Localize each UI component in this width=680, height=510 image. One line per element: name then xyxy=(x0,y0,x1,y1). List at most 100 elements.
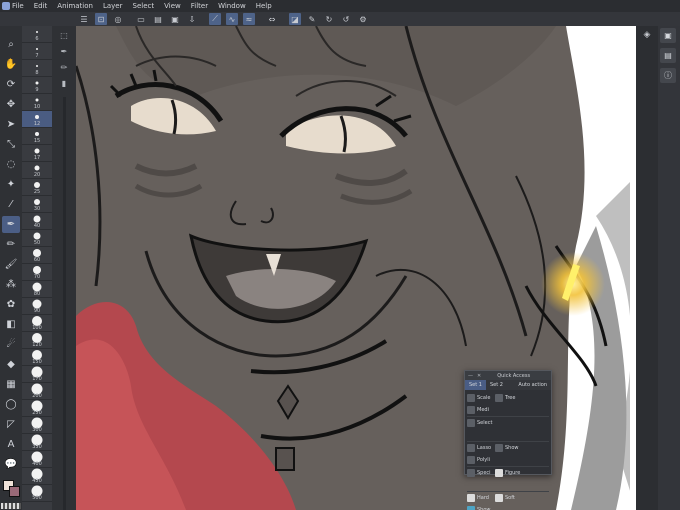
brush-size-item[interactable]: 17 xyxy=(22,145,52,162)
menu-layer[interactable]: Layer xyxy=(103,0,123,12)
tab-set-1[interactable]: Set 1 xyxy=(465,380,486,390)
quick-access-item[interactable]: Scale xyxy=(467,392,495,404)
brush-size-item[interactable]: 90 xyxy=(22,298,52,315)
decoration-icon[interactable]: ✿ xyxy=(2,296,20,313)
menu-file[interactable]: File xyxy=(12,0,24,12)
brush-size-item[interactable]: 150 xyxy=(22,349,52,366)
menu-window[interactable]: Window xyxy=(218,0,246,12)
lasso-tool-icon[interactable]: ◌ xyxy=(2,156,20,173)
brush-size-item[interactable]: 80 xyxy=(22,281,52,298)
brush-size-item[interactable]: 400 xyxy=(22,451,52,468)
hand-icon[interactable]: ✋ xyxy=(2,56,20,73)
eyedropper-icon[interactable]: ✎ xyxy=(306,13,318,25)
undo-icon[interactable]: ↺ xyxy=(340,13,352,25)
quick-access-item[interactable]: Figure xyxy=(495,467,523,479)
navigator-icon[interactable]: ▣ xyxy=(660,28,676,43)
zoom-icon[interactable]: ⌕ xyxy=(2,36,20,53)
brush-size-item[interactable]: 120 xyxy=(22,332,52,349)
fill-icon[interactable]: ◆ xyxy=(2,356,20,373)
brush-size-item[interactable]: 70 xyxy=(22,264,52,281)
brush-size-item[interactable]: 30 xyxy=(22,196,52,213)
pencil-group-icon[interactable]: ✏ xyxy=(57,62,71,74)
airbrush-icon[interactable]: ⁂ xyxy=(2,276,20,293)
quick-access-panel[interactable]: — ✕ Quick Access Set 1 Set 2 Auto action… xyxy=(464,370,552,510)
frame-icon[interactable]: ◸ xyxy=(2,416,20,433)
brush-icon[interactable]: 🖌 xyxy=(2,256,20,273)
menu-icon[interactable]: ☰ xyxy=(78,13,90,25)
snap-icon[interactable]: ◪ xyxy=(289,13,301,25)
quick-access-item[interactable]: Show xyxy=(495,442,523,454)
quick-access-item[interactable]: Tree xyxy=(495,392,523,404)
menu-view[interactable]: View xyxy=(164,0,181,12)
pen-icon[interactable]: ✒ xyxy=(2,216,20,233)
quick-access-item[interactable]: Medi xyxy=(467,404,495,416)
text-icon[interactable]: A xyxy=(2,436,20,453)
brush-size-item[interactable]: 500 xyxy=(22,485,52,502)
sub-color-swatch[interactable] xyxy=(9,486,20,497)
magic-wand-icon[interactable]: ✦ xyxy=(2,176,20,193)
stabilize-icon[interactable]: ≈ xyxy=(243,13,255,25)
menu-select[interactable]: Select xyxy=(133,0,155,12)
menu-filter[interactable]: Filter xyxy=(191,0,208,12)
brush-size-item[interactable]: 50 xyxy=(22,230,52,247)
brush-size-item[interactable]: 100 xyxy=(22,315,52,332)
quick-access-item[interactable]: Soft xyxy=(495,492,523,504)
brush-size-item[interactable]: 25 xyxy=(22,179,52,196)
move-icon[interactable]: ✥ xyxy=(2,96,20,113)
quick-access-item[interactable]: Lasso xyxy=(467,442,495,454)
brush-size-item[interactable]: 350 xyxy=(22,434,52,451)
export-icon[interactable]: ⇩ xyxy=(186,13,198,25)
brush-size-item[interactable]: 12 xyxy=(22,111,52,128)
info-icon[interactable]: ⓘ xyxy=(660,68,676,83)
brush-size-item[interactable]: 10 xyxy=(22,94,52,111)
menu-animation[interactable]: Animation xyxy=(57,0,93,12)
tab-set-2[interactable]: Set 2 xyxy=(486,380,507,390)
brush-size-item[interactable]: 8 xyxy=(22,60,52,77)
layers-icon[interactable]: ◈ xyxy=(640,28,654,42)
transparent-color-strip[interactable] xyxy=(1,503,21,509)
brush-size-item[interactable]: 6 xyxy=(22,26,52,43)
blend-icon[interactable]: ☄ xyxy=(2,336,20,353)
rotate-icon[interactable]: ⟳ xyxy=(2,76,20,93)
color-swatches[interactable] xyxy=(1,478,21,498)
collapse-icon[interactable]: — xyxy=(468,373,473,379)
drawing-canvas[interactable] xyxy=(76,26,636,510)
transform-icon[interactable]: ⤡ xyxy=(2,136,20,153)
select-layer-icon[interactable]: ⊡ xyxy=(95,13,107,25)
brush-size-item[interactable]: 7 xyxy=(22,43,52,60)
marker-group-icon[interactable]: ▮ xyxy=(57,77,71,89)
eraser-icon[interactable]: ◧ xyxy=(2,316,20,333)
brush-size-item[interactable]: 15 xyxy=(22,128,52,145)
brush-size-item[interactable]: 300 xyxy=(22,417,52,434)
menu-edit[interactable]: Edit xyxy=(34,0,48,12)
quick-access-item[interactable]: Select xyxy=(467,417,495,429)
pencil-icon[interactable]: ✏ xyxy=(2,236,20,253)
quick-access-item[interactable]: Show xyxy=(467,504,495,510)
quick-access-item[interactable]: Speci xyxy=(467,467,495,479)
pen-group-icon[interactable]: ✒ xyxy=(57,46,71,58)
brush-size-item[interactable]: 250 xyxy=(22,400,52,417)
balloon-icon[interactable]: 💬 xyxy=(2,456,20,473)
flip-icon[interactable]: ⇔ xyxy=(266,13,278,25)
figure-tool-icon[interactable]: ◯ xyxy=(2,396,20,413)
new-icon[interactable]: ▭ xyxy=(135,13,147,25)
transparency-icon[interactable]: ◎ xyxy=(112,13,124,25)
settings-icon[interactable]: ⚙ xyxy=(357,13,369,25)
brush-size-item[interactable]: 450 xyxy=(22,468,52,485)
gradient-icon[interactable]: ▦ xyxy=(2,376,20,393)
brush-size-item[interactable]: 20 xyxy=(22,162,52,179)
save-icon[interactable]: ▣ xyxy=(169,13,181,25)
sub-view-icon[interactable]: ▤ xyxy=(660,48,676,63)
brush-size-item[interactable]: 170 xyxy=(22,366,52,383)
tab-auto-action[interactable]: Auto action xyxy=(514,380,551,390)
eyedropper-tool-icon[interactable]: ⁄ xyxy=(2,196,20,213)
open-icon[interactable]: ▤ xyxy=(152,13,164,25)
quick-access-item[interactable]: Polyli xyxy=(467,454,495,466)
panel-grip[interactable] xyxy=(62,97,66,510)
operation-icon[interactable]: ➤ xyxy=(2,116,20,133)
menu-help[interactable]: Help xyxy=(256,0,272,12)
quick-access-item[interactable]: Hard xyxy=(467,492,495,504)
brush-stroke-icon[interactable]: ⟋ xyxy=(209,13,221,25)
brush-size-item[interactable]: 200 xyxy=(22,383,52,400)
smoothing-icon[interactable]: ∿ xyxy=(226,13,238,25)
